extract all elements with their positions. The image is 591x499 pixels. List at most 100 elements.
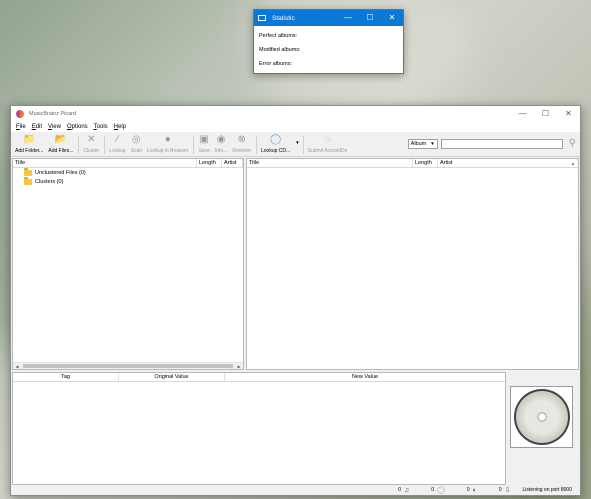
file-count: 0 ♫	[398, 487, 409, 494]
file-add-icon: 📂	[54, 134, 68, 145]
dropdown-arrow-icon: ▼	[295, 140, 300, 145]
maximize-button[interactable]: ☐	[534, 106, 557, 122]
scrollbar-thumb[interactable]	[23, 364, 233, 368]
search-input[interactable]	[440, 138, 563, 149]
search-type-value: Album	[410, 140, 427, 147]
minimize-button[interactable]: —	[337, 10, 359, 26]
cluster-button[interactable]: ✕ Cluster	[83, 132, 99, 154]
album-pane-header: Title Length Artist ▲	[247, 159, 578, 168]
add-files-button[interactable]: 📂 Add Files...	[48, 132, 73, 154]
info-button[interactable]: ◉ Info...	[215, 132, 228, 154]
download-icon: ⇩	[504, 487, 511, 494]
column-original-value[interactable]: Original Value	[119, 373, 225, 381]
file-pane-header: Title Length Artist	[13, 159, 243, 168]
info-label: Info...	[214, 148, 228, 154]
toolbar-separator	[193, 136, 195, 154]
toolbar: 📁 Add Folder... 📂 Add Files... ✕ Cluster…	[11, 132, 580, 157]
lookup-button[interactable]: ⁄ Lookup	[109, 132, 125, 154]
column-title[interactable]: Title	[13, 159, 197, 167]
save-icon: ▣	[199, 134, 209, 145]
menu-options[interactable]: Options	[67, 124, 88, 130]
lookup-cd-label: Lookup CD...	[261, 148, 291, 154]
close-button[interactable]: ✕	[557, 106, 580, 122]
menu-help[interactable]: Help	[114, 124, 126, 130]
minimize-button[interactable]: —	[511, 106, 534, 122]
disc-count-value: 0	[431, 487, 434, 493]
save-button[interactable]: ▣ Save	[198, 132, 209, 154]
scroll-right-icon[interactable]: ▶	[235, 364, 243, 369]
column-title[interactable]: Title	[247, 159, 413, 167]
add-folder-label: Add Folder...	[15, 148, 44, 154]
file-count-icon: ♫	[403, 486, 410, 494]
pending-count-value: 0	[466, 487, 470, 493]
lookup-label: Lookup	[109, 148, 126, 154]
submit-icon: ◌	[324, 134, 331, 145]
column-new-value[interactable]: New Value	[225, 373, 505, 381]
file-count-value: 0	[398, 487, 401, 493]
column-artist-label: Artist	[440, 160, 453, 166]
lookup-icon: ⁄	[116, 134, 119, 145]
status-message: Listening on port 8000	[522, 487, 572, 493]
cd-cover-icon	[513, 389, 570, 445]
pending-icon: ◐	[472, 486, 477, 494]
toolbar-separator	[302, 136, 304, 154]
statistic-titlebar[interactable]: Statistic — ☐ ✕	[254, 10, 403, 26]
scan-icon: ◎	[131, 134, 141, 145]
unclustered-files-item[interactable]: Unclustered Files (0)	[13, 168, 243, 177]
toolbar-separator	[78, 136, 80, 154]
submit-acoustids-button[interactable]: ◌ Submit AcoustIDs	[308, 132, 347, 154]
disc-count-icon: ◯	[437, 487, 445, 494]
search-type-select[interactable]: Album ▼	[407, 138, 438, 149]
remove-icon: ⊗	[237, 134, 246, 145]
perfect-albums-label: Perfect albums:	[259, 33, 298, 39]
search-icon[interactable]: ⚲	[569, 138, 576, 149]
disc-count: 0 ◯	[431, 486, 445, 494]
add-folder-button[interactable]: 📁 Add Folder...	[15, 132, 43, 154]
picard-logo-icon	[16, 110, 24, 118]
lookup-cd-button[interactable]: ◯ Lookup CD...	[261, 132, 290, 154]
toolbar-separator	[104, 136, 106, 154]
toolbar-separator	[256, 136, 257, 154]
info-icon: ◉	[216, 134, 226, 145]
menu-file[interactable]: File	[16, 124, 26, 130]
cover-art-box[interactable]	[510, 386, 573, 448]
menu-edit[interactable]: Edit	[32, 124, 42, 130]
tag-table[interactable]: Tag Original Value New Value	[12, 372, 506, 485]
error-albums-label: Error albums:	[259, 61, 293, 67]
close-button[interactable]: ✕	[381, 10, 403, 26]
maximize-button[interactable]: ☐	[359, 10, 381, 26]
chevron-down-icon: ▼	[430, 141, 435, 146]
scroll-left-icon[interactable]: ◀	[13, 364, 21, 369]
column-tag[interactable]: Tag	[13, 373, 119, 381]
horizontal-scrollbar[interactable]: ◀ ▶	[13, 362, 243, 369]
column-artist[interactable]: Artist ▲	[438, 159, 578, 167]
file-pane[interactable]: Title Length Artist Unclustered Files (0…	[12, 158, 244, 370]
cluster-label: Cluster	[83, 148, 100, 154]
remove-label: Remove	[232, 148, 251, 154]
main-titlebar[interactable]: MusicBrainz Picard — ☐ ✕	[11, 106, 580, 122]
clusters-label: Clusters (0)	[35, 178, 64, 185]
window-icon	[258, 15, 266, 21]
statistic-title: Statistic	[272, 14, 295, 22]
clusters-item[interactable]: Clusters (0)	[13, 177, 243, 186]
menu-view[interactable]: View	[48, 124, 61, 130]
save-label: Save	[198, 148, 210, 154]
column-artist[interactable]: Artist	[222, 159, 243, 167]
download-count: 0 ⇩	[499, 486, 511, 494]
lookup-in-browser-button[interactable]: ● Lookup in Browser	[147, 132, 188, 154]
folder-add-icon: 📁	[22, 134, 36, 145]
main-panes: Title Length Artist Unclustered Files (0…	[11, 158, 580, 370]
sort-ascending-icon: ▲	[571, 161, 575, 166]
lookup-in-browser-label: Lookup in Browser	[147, 148, 189, 154]
menu-bar: File Edit View Options Tools Help	[11, 122, 580, 132]
remove-button[interactable]: ⊗ Remove	[232, 132, 251, 154]
menu-tools[interactable]: Tools	[94, 124, 108, 130]
pending-count: 0 ◐	[467, 487, 477, 494]
column-length[interactable]: Length	[413, 159, 438, 167]
folder-icon	[24, 177, 32, 185]
lookup-cd-dropdown[interactable]: ▼	[295, 132, 299, 145]
status-bar: 0 ♫ 0 ◯ 0 ◐ 0 ⇩ Listening on port 8000	[11, 485, 580, 495]
column-length[interactable]: Length	[197, 159, 222, 167]
album-pane[interactable]: Title Length Artist ▲	[246, 158, 579, 370]
scan-button[interactable]: ◎ Scan	[131, 132, 142, 154]
